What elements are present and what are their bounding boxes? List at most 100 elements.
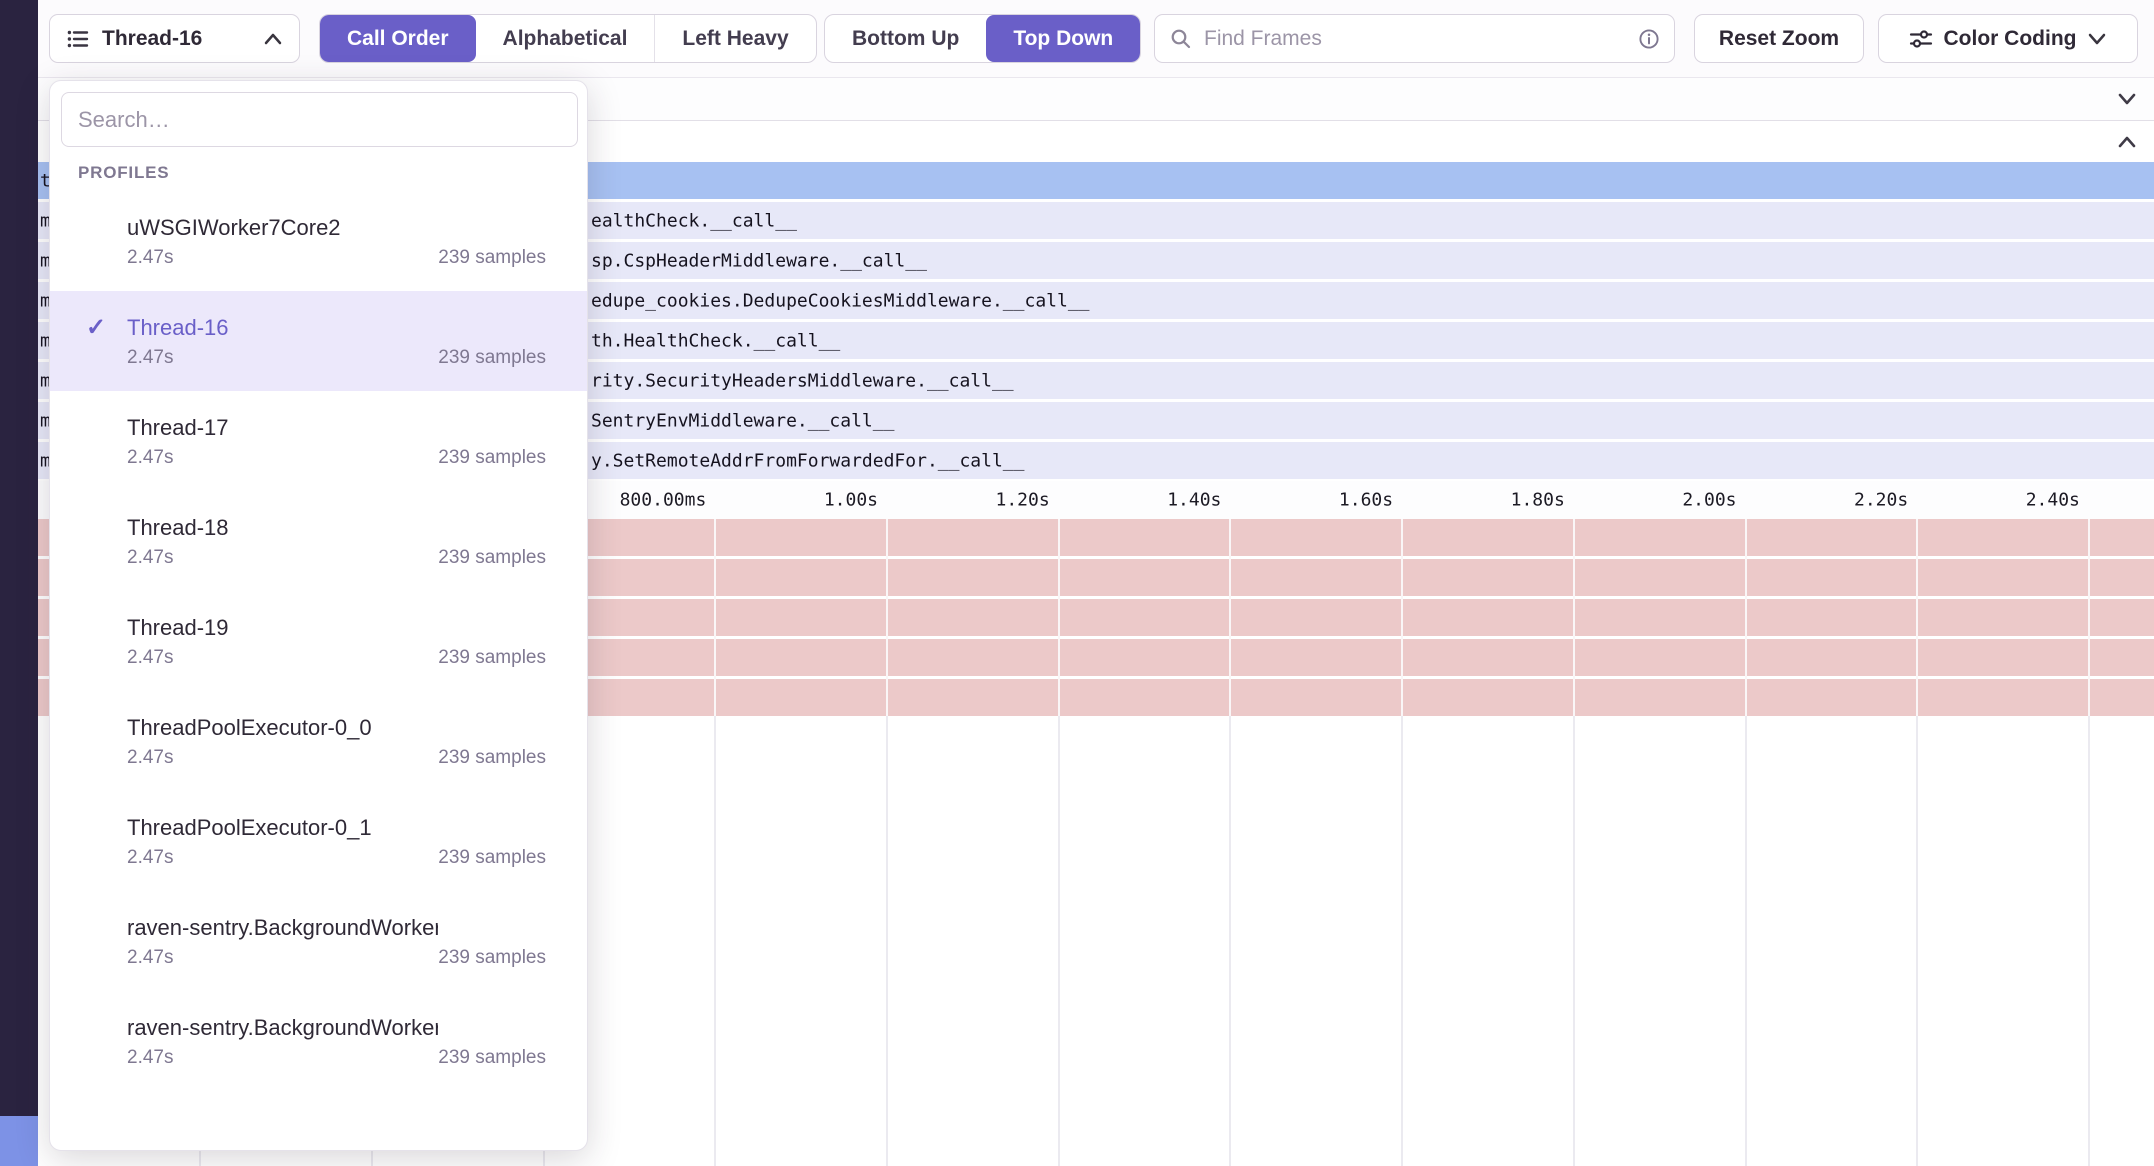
frame-label: SentryEnvMiddleware.__call__ (591, 410, 894, 431)
axis-tick-label: 2.00s (1682, 490, 1736, 511)
profile-duration: 2.47s (127, 247, 438, 269)
search-icon (1170, 28, 1192, 50)
profile-list: uWSGIWorker7Core22.47s239 samples✓Thread… (50, 191, 587, 1091)
check-icon (86, 714, 127, 742)
axis-tick-label: 1.40s (1167, 490, 1221, 511)
gridline (1401, 519, 1403, 716)
profile-samples: 239 samples (438, 847, 546, 869)
profile-duration: 2.47s (127, 347, 438, 369)
sidebar-bottom-frame (0, 1116, 38, 1166)
sort-call-order-button[interactable]: Call Order (320, 15, 476, 62)
profile-duration: 2.47s (127, 547, 438, 569)
toolbar: Thread-16 Call OrderAlphabeticalLeft Hea… (38, 0, 2154, 78)
reset-zoom-button[interactable]: Reset Zoom (1694, 14, 1864, 63)
gridline (2088, 716, 2090, 1166)
axis-tick-label: 1.20s (996, 490, 1050, 511)
sort-order-group: Call OrderAlphabeticalLeft Heavy (319, 14, 817, 63)
collapse-minimap-button[interactable] (2116, 91, 2138, 107)
gridline (714, 519, 716, 716)
chevron-down-icon (2116, 91, 2138, 107)
axis-tick-label: 2.40s (2026, 490, 2080, 511)
sort-left-heavy-button[interactable]: Left Heavy (654, 15, 815, 62)
profile-item[interactable]: uWSGIWorker7Core2 2.47s239 samples (50, 191, 587, 291)
profile-samples: 239 samples (438, 947, 546, 969)
profile-name: Thread-18 (127, 514, 438, 542)
profile-name: ThreadPoolExecutor-0_1 (127, 814, 438, 842)
thread-selector-button[interactable]: Thread-16 (49, 14, 300, 63)
check-icon (86, 814, 127, 842)
profile-item[interactable]: Thread-18 2.47s239 samples (50, 491, 587, 591)
thread-dropdown-panel: PROFILES uWSGIWorker7Core22.47s239 sampl… (49, 80, 588, 1151)
gridline (1916, 716, 1918, 1166)
profile-duration: 2.47s (127, 747, 438, 769)
app-sidebar (0, 0, 38, 1166)
frame-label: th.HealthCheck.__call__ (591, 330, 840, 351)
check-icon (86, 1014, 127, 1042)
view-top-down-button[interactable]: Top Down (986, 15, 1140, 62)
gridline (886, 716, 888, 1166)
gridline (1745, 716, 1747, 1166)
sort-alphabetical-button[interactable]: Alphabetical (476, 15, 655, 62)
view-direction-group: Bottom UpTop Down (824, 14, 1141, 63)
chevron-up-icon (2116, 134, 2138, 150)
gridline (1058, 519, 1060, 716)
axis-tick-label: 2.20s (1854, 490, 1908, 511)
profile-item[interactable]: ThreadPoolExecutor-0_0 2.47s239 samples (50, 691, 587, 791)
gridline (1916, 519, 1918, 716)
profile-samples: 239 samples (438, 1047, 546, 1069)
check-icon (86, 914, 127, 942)
profile-samples: 239 samples (438, 547, 546, 569)
axis-tick-label: 800.00ms (620, 490, 707, 511)
frame-label: rity.SecurityHeadersMiddleware.__call__ (591, 370, 1014, 391)
find-frames-search (1154, 14, 1675, 63)
check-icon: ✓ (86, 314, 127, 342)
profile-item[interactable]: raven-sentry.BackgroundWorker2.47s239 sa… (50, 991, 587, 1091)
sliders-icon (1909, 27, 1933, 51)
color-coding-button[interactable]: Color Coding (1878, 14, 2138, 63)
profile-samples: 239 samples (438, 247, 546, 269)
gridline (1573, 519, 1575, 716)
profile-name: Thread-16 (127, 314, 438, 342)
frame-label: edupe_cookies.DedupeCookiesMiddleware.__… (591, 290, 1090, 311)
check-icon (86, 214, 127, 242)
color-coding-label: Color Coding (1944, 27, 2077, 51)
profile-duration: 2.47s (127, 1047, 438, 1069)
check-icon (86, 614, 127, 642)
gridline (1745, 519, 1747, 716)
profile-item[interactable]: Thread-172.47s239 samples (50, 391, 587, 491)
gridline (1401, 716, 1403, 1166)
profile-item[interactable]: ✓Thread-16 2.47s239 samples (50, 291, 587, 391)
thread-selector-label: Thread-16 (102, 27, 202, 51)
profile-name: ThreadPoolExecutor-0_0 (127, 714, 438, 742)
gridline (1229, 519, 1231, 716)
check-icon (86, 414, 127, 442)
profile-samples: 239 samples (438, 347, 546, 369)
axis-tick-label: 1.00s (824, 490, 878, 511)
chevron-up-icon (263, 32, 283, 46)
frame-label: y.SetRemoteAddrFromForwardedFor.__call__ (591, 450, 1024, 471)
thread-search-input[interactable] (61, 92, 578, 147)
info-icon[interactable] (1638, 28, 1660, 50)
profile-duration: 2.47s (127, 947, 438, 969)
check-icon (86, 514, 127, 542)
gridline (2088, 519, 2090, 716)
profile-item[interactable]: raven-sentry.BackgroundWorker 2.47s239 sa… (50, 891, 587, 991)
view-bottom-up-button[interactable]: Bottom Up (825, 15, 986, 62)
profile-duration: 2.47s (127, 647, 438, 669)
profile-samples: 239 samples (438, 747, 546, 769)
profile-samples: 239 samples (438, 447, 546, 469)
profile-duration: 2.47s (127, 447, 438, 469)
chevron-down-icon (2087, 32, 2107, 46)
frame-label: ealthCheck.__call__ (591, 210, 797, 231)
profile-item[interactable]: ThreadPoolExecutor-0_1 2.47s239 samples (50, 791, 587, 891)
profile-samples: 239 samples (438, 647, 546, 669)
gridline (714, 716, 716, 1166)
profile-duration: 2.47s (127, 847, 438, 869)
profile-name: raven-sentry.BackgroundWorker (127, 914, 438, 942)
profiles-section-label: PROFILES (78, 163, 587, 183)
gridline (886, 519, 888, 716)
find-frames-input[interactable] (1202, 26, 1628, 52)
profile-name: uWSGIWorker7Core2 (127, 214, 438, 242)
collapse-flamechart-button[interactable] (2116, 134, 2138, 150)
profile-item[interactable]: Thread-192.47s239 samples (50, 591, 587, 691)
